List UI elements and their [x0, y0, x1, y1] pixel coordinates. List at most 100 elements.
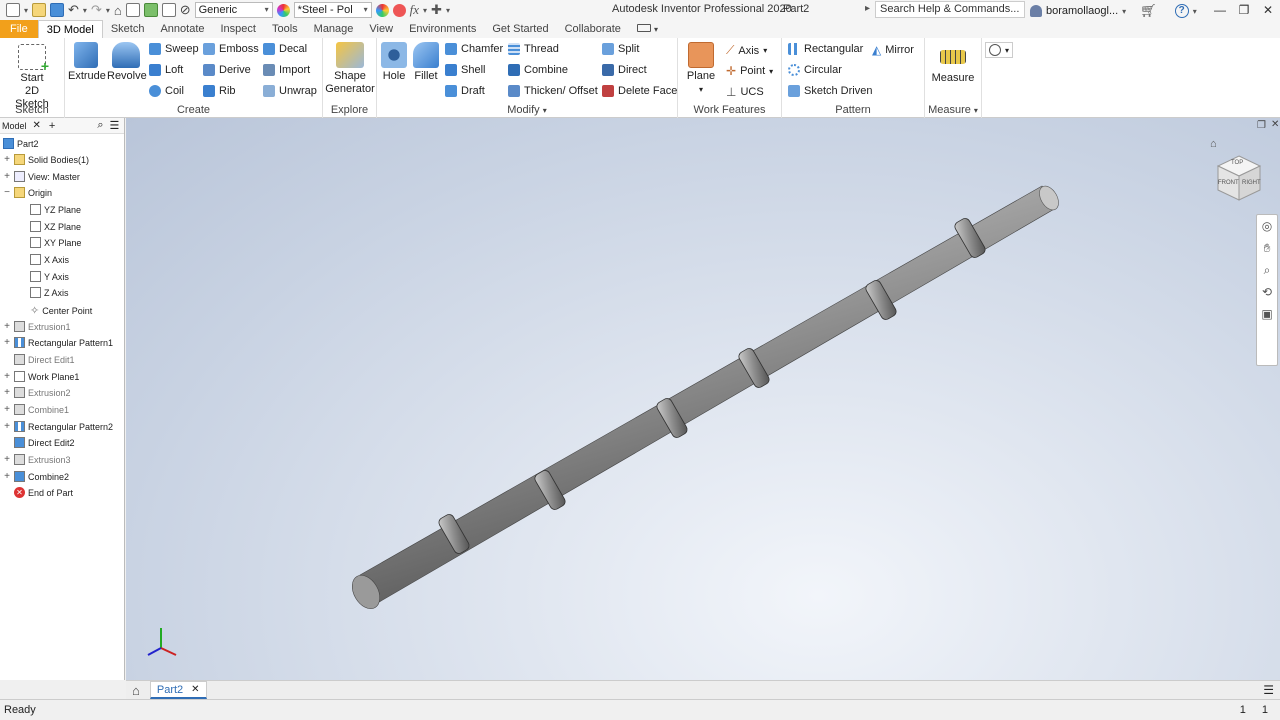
- collapse-icon[interactable]: −: [3, 187, 11, 198]
- extrude-button[interactable]: Extrude: [68, 42, 106, 83]
- tree-item[interactable]: ✕ End of Part: [14, 487, 73, 498]
- tree-item[interactable]: XY Plane: [30, 237, 81, 248]
- point-button[interactable]: ✛ Point ▾: [726, 64, 773, 78]
- close-icon[interactable]: ✕: [33, 120, 41, 131]
- tree-root[interactable]: Part2: [3, 138, 39, 149]
- customize-dropdown-icon[interactable]: ▾: [446, 6, 450, 15]
- rectangular-pattern-button[interactable]: Rectangular: [788, 43, 863, 55]
- close-icon[interactable]: ✕: [191, 684, 199, 695]
- add-tab-icon[interactable]: +: [49, 120, 55, 132]
- graphics-viewport[interactable]: ⌂ TOP FRONT RIGHT ❐ ✕: [126, 118, 1280, 680]
- expand-icon[interactable]: +: [3, 404, 11, 415]
- split-button[interactable]: Split: [602, 43, 639, 55]
- derive-button[interactable]: Derive: [203, 64, 251, 76]
- cart-icon[interactable]: 🛒︎: [1140, 3, 1157, 19]
- clear-icon[interactable]: ⊘: [180, 2, 191, 18]
- tree-item[interactable]: X Axis: [30, 254, 69, 265]
- expand-icon[interactable]: +: [3, 471, 11, 482]
- new-dropdown-icon[interactable]: ▾: [24, 6, 28, 15]
- tree-item[interactable]: YZ Plane: [30, 204, 81, 215]
- circular-pattern-button[interactable]: Circular: [788, 64, 842, 76]
- tab-3d-model[interactable]: 3D Model: [37, 20, 103, 38]
- search-icon[interactable]: ⌕: [97, 119, 103, 132]
- revolve-button[interactable]: Revolve: [107, 42, 147, 83]
- rib-button[interactable]: Rib: [203, 85, 236, 97]
- clear-appearance-icon[interactable]: [392, 3, 406, 17]
- steering-wheel-icon[interactable]: ◎: [1257, 215, 1277, 237]
- tab-sketch[interactable]: Sketch: [103, 20, 153, 38]
- tab-environments[interactable]: Environments: [401, 20, 484, 38]
- shaft-model[interactable]: [126, 118, 1280, 680]
- expand-icon[interactable]: +: [3, 171, 11, 182]
- restore-icon[interactable]: ❐: [1232, 0, 1256, 20]
- tree-item[interactable]: + Extrusion1: [3, 321, 71, 332]
- zoom-icon[interactable]: ⌕: [1257, 259, 1277, 281]
- minimize-icon[interactable]: —: [1208, 0, 1232, 20]
- undo-dropdown-icon[interactable]: ▾: [83, 6, 87, 15]
- thicken-offset-button[interactable]: Thicken/ Offset: [508, 85, 598, 97]
- search-input[interactable]: Search Help & Commands...: [875, 1, 1025, 18]
- tree-item[interactable]: Direct Edit1: [14, 354, 75, 365]
- expand-icon[interactable]: +: [3, 421, 11, 432]
- tab-manage[interactable]: Manage: [306, 20, 362, 38]
- loft-button[interactable]: Loft: [149, 64, 183, 76]
- sketch-driven-pattern-button[interactable]: Sketch Driven: [788, 85, 872, 97]
- tab-view[interactable]: View: [361, 20, 401, 38]
- material-combo[interactable]: Generic ▾: [194, 2, 273, 18]
- plane-button[interactable]: Plane ▾: [682, 42, 720, 96]
- tree-item[interactable]: Direct Edit2: [14, 437, 75, 448]
- coil-button[interactable]: Coil: [149, 85, 184, 97]
- tree-item[interactable]: + View: Master: [3, 171, 80, 182]
- appearance-ball-icon[interactable]: [276, 3, 290, 17]
- viewport-maximize-icon[interactable]: ❐: [1257, 120, 1266, 131]
- tree-item[interactable]: − Origin: [3, 187, 52, 198]
- tab-collaborate[interactable]: Collaborate: [557, 20, 629, 38]
- undo-icon[interactable]: ↶: [68, 2, 79, 18]
- tree-item[interactable]: + Extrusion2: [3, 387, 71, 398]
- sweep-button[interactable]: Sweep: [149, 43, 199, 55]
- home-icon[interactable]: ⌂: [114, 3, 122, 18]
- appearance-combo[interactable]: *Steel - Pol ▾: [293, 2, 372, 18]
- measure-button[interactable]: Measure: [931, 44, 975, 85]
- expand-icon[interactable]: +: [3, 454, 11, 465]
- expand-icon[interactable]: +: [3, 321, 11, 332]
- expand-icon[interactable]: +: [3, 387, 11, 398]
- unwrap-button[interactable]: Unwrap: [263, 85, 317, 97]
- redo-icon[interactable]: ↷: [91, 2, 102, 18]
- direct-button[interactable]: Direct: [602, 64, 647, 76]
- measure-icon[interactable]: [161, 3, 176, 17]
- tab-inspect[interactable]: Inspect: [213, 20, 264, 38]
- tree-item[interactable]: XZ Plane: [30, 221, 81, 232]
- adjust-icon[interactable]: [375, 3, 389, 17]
- expand-icon[interactable]: +: [3, 371, 11, 382]
- orbit-icon[interactable]: ⟲: [1257, 281, 1277, 303]
- open-icon[interactable]: [32, 3, 47, 17]
- tab-tools[interactable]: Tools: [264, 20, 306, 38]
- panel-modify-dropdown[interactable]: Modify ▾: [377, 104, 677, 116]
- mirror-button[interactable]: ◭ Mirror: [872, 43, 914, 57]
- viewcube[interactable]: ⌂ TOP FRONT RIGHT: [1210, 138, 1264, 204]
- tab-file[interactable]: File: [0, 20, 38, 38]
- user-account[interactable]: boramollaogl... ▾ 🛒︎ ? ▾: [1030, 3, 1197, 19]
- pan-icon[interactable]: ✋︎: [1257, 237, 1277, 259]
- tree-item[interactable]: Z Axis: [30, 287, 69, 298]
- help-dropdown-icon[interactable]: ▾: [1193, 7, 1197, 16]
- tab-get-started[interactable]: Get Started: [484, 20, 556, 38]
- document-tab[interactable]: Part2 ✕: [149, 681, 207, 699]
- tab-annotate[interactable]: Annotate: [152, 20, 212, 38]
- home-icon[interactable]: ⌂: [132, 683, 140, 698]
- expand-icon[interactable]: +: [3, 337, 11, 348]
- expand-icon[interactable]: +: [3, 154, 11, 165]
- fx-dropdown-icon[interactable]: ▾: [423, 6, 427, 15]
- thread-button[interactable]: Thread: [508, 43, 559, 55]
- close-icon[interactable]: ✕: [1256, 0, 1280, 20]
- save-icon[interactable]: [50, 3, 65, 17]
- tree-item[interactable]: + Combine2: [3, 471, 69, 482]
- chamfer-button[interactable]: Chamfer: [445, 43, 503, 55]
- tree-item[interactable]: + Work Plane1: [3, 371, 79, 382]
- combine-button[interactable]: Combine: [508, 64, 568, 76]
- axis-button[interactable]: ⟋ Axis ▾: [726, 43, 767, 58]
- tree-item[interactable]: + Extrusion3: [3, 454, 71, 465]
- tree-item[interactable]: ✧ Center Point: [30, 304, 92, 317]
- ucs-button[interactable]: ⊥ UCS: [726, 85, 764, 99]
